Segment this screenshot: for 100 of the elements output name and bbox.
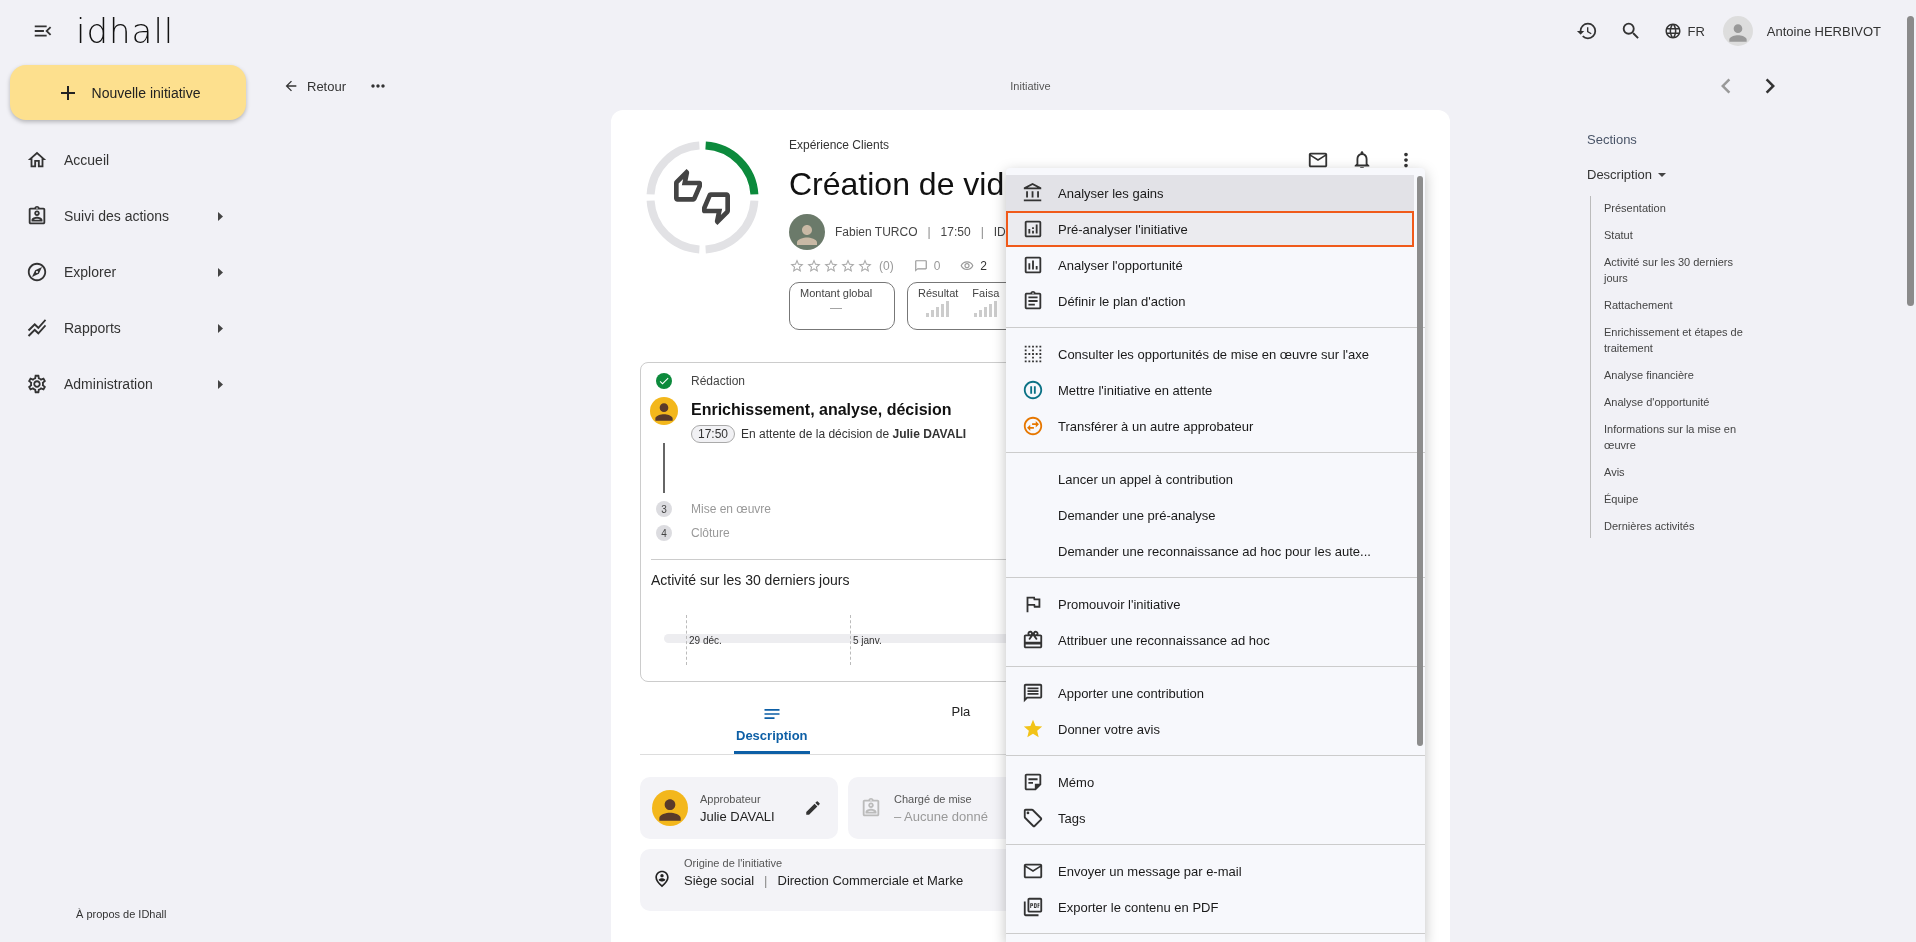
menu-item[interactable]: Consulter les opportunités de mise en œuvre sur l'axe (1006, 336, 1414, 372)
separator: | (927, 225, 931, 239)
step-title: Enrichissement, analyse, décision (691, 401, 953, 419)
swap-icon (1022, 415, 1044, 437)
pdf-icon (1022, 896, 1044, 918)
activity-title: Activité sur les 30 derniers jours (651, 572, 851, 588)
tab[interactable]: Description (734, 704, 810, 754)
chart-icon (1022, 218, 1044, 240)
section-link[interactable]: Enrichissement et étapes de traitement (1604, 324, 1754, 356)
initiative-id: ID (993, 225, 1006, 239)
user-name[interactable]: Antoine HERBIVOT (1766, 23, 1881, 39)
nav-item[interactable]: Administration (0, 356, 240, 412)
section-link[interactable]: Analyse d'opportunité (1604, 394, 1754, 410)
step-number: 4 (656, 525, 672, 541)
signal-bars-icon (973, 301, 998, 317)
tag-icon (1022, 807, 1044, 829)
note-icon (1022, 771, 1044, 793)
nav-item[interactable]: Explorer (0, 244, 240, 300)
globe-icon (1663, 22, 1682, 40)
step-label: Rédaction (691, 373, 746, 389)
menu-item[interactable]: Envoyer un message par e-mail (1006, 853, 1414, 889)
menu-item[interactable]: Lancer un appel à contribution (1006, 461, 1414, 497)
eye-icon (960, 259, 975, 273)
section-group[interactable]: Description (1587, 167, 1905, 182)
field-value: Direction Commerciale et Marke (777, 873, 964, 888)
pause-icon (1022, 379, 1044, 401)
back-arrow-icon (283, 78, 299, 94)
section-link[interactable]: Analyse financière (1604, 367, 1754, 383)
back-button[interactable]: Retour (283, 78, 347, 94)
approver-avatar (652, 790, 688, 826)
badge-icon (26, 205, 48, 227)
about-link[interactable]: À propos de IDhall (76, 908, 260, 920)
menu-item[interactable]: Définir le plan d'action (1006, 283, 1414, 319)
metric-label: Résultat (918, 287, 959, 299)
menu-item[interactable]: Exporter le contenu en PDF (1006, 889, 1414, 925)
section-link[interactable]: Activité sur les 30 derniers jours (1604, 254, 1754, 286)
field-value: Siège social (684, 873, 755, 888)
field-label: Approbateur (700, 792, 762, 805)
menu-item[interactable]: Demander une pré-analyse (1006, 497, 1414, 533)
metric-value: — (830, 301, 843, 315)
separator: | (764, 873, 768, 888)
menu-item[interactable]: Donner votre avis (1006, 711, 1414, 747)
menu-item[interactable]: Transférer à un autre approbateur (1006, 408, 1414, 444)
caret-icon (218, 379, 223, 389)
menu-item[interactable]: Pré-analyser l'initiative (1006, 211, 1414, 247)
menu-item[interactable]: Mettre l'initiative en attente (1006, 372, 1414, 408)
star-icon (840, 258, 856, 274)
star-icon (806, 258, 822, 274)
badge-icon (860, 797, 882, 819)
caret-icon (218, 267, 223, 277)
menu-item[interactable]: Demander une reconnaissance ad hoc pour les aute... (1006, 533, 1414, 569)
menu-item[interactable]: Analyser les gains (1006, 175, 1414, 211)
section-link[interactable]: Avis (1604, 464, 1754, 480)
gift-card-icon (1022, 629, 1044, 651)
section-link[interactable]: Informations sur la mise en œuvre (1604, 421, 1754, 453)
time-chip: 17:50 (691, 425, 736, 443)
metric-label: Faisa (972, 287, 1000, 299)
star-icon (857, 258, 873, 274)
section-link[interactable]: Équipe (1604, 491, 1754, 507)
step-label: Clôture (691, 525, 730, 541)
new-initiative-button[interactable]: Nouvelle initiative (10, 65, 246, 120)
step-status: En attente de la décision de Julie DAVALI (741, 427, 967, 441)
star-icon (789, 258, 805, 274)
bank-icon (1022, 182, 1044, 204)
menu-item[interactable]: Tags (1006, 800, 1414, 836)
field-value: – Aucune donné (894, 808, 988, 824)
field-label: Origine de l'initiative (684, 857, 784, 869)
created-time: 17:50 (940, 225, 971, 239)
tab[interactable]: Pla (949, 704, 973, 754)
sections-heading: Sections (1587, 132, 1638, 147)
nav-item[interactable]: Accueil (0, 132, 240, 188)
section-link[interactable]: Statut (1604, 227, 1754, 243)
check-icon (656, 373, 672, 389)
star-icon (1022, 718, 1044, 740)
initiative-title: Création de vid (789, 165, 1005, 204)
menu-item[interactable]: Analyser l'opportunité (1006, 247, 1414, 283)
menu-item[interactable]: Mémo (1006, 764, 1414, 800)
field-value: Julie DAVALI (700, 808, 775, 824)
signal-bars-icon (926, 301, 951, 317)
bar-chart-icon (1022, 254, 1044, 276)
section-link[interactable]: Rattachement (1604, 297, 1754, 313)
message-icon (1022, 682, 1044, 704)
menu-item[interactable]: Apporter une contribution (1006, 675, 1414, 711)
logo: idhall (76, 11, 175, 51)
compass-icon (26, 261, 48, 283)
nav-item[interactable]: Suivi des actions (0, 188, 240, 244)
language-button[interactable]: FR (1659, 18, 1709, 44)
step-number: 3 (656, 501, 672, 517)
settings-icon (26, 373, 48, 395)
section-link[interactable]: Dernières activités (1604, 518, 1754, 534)
thumbs-icon (674, 169, 730, 225)
section-link[interactable]: Présentation (1604, 200, 1754, 216)
view-count: 2 (980, 259, 988, 273)
clipboard-icon (1022, 290, 1044, 312)
star-icon (823, 258, 839, 274)
comment-count: 0 (933, 259, 941, 273)
nav-item[interactable]: Rapports (0, 300, 240, 356)
category-label: Expérience Clients (789, 138, 891, 152)
metric-label: Montant global (800, 287, 873, 299)
approver-avatar (650, 397, 678, 425)
